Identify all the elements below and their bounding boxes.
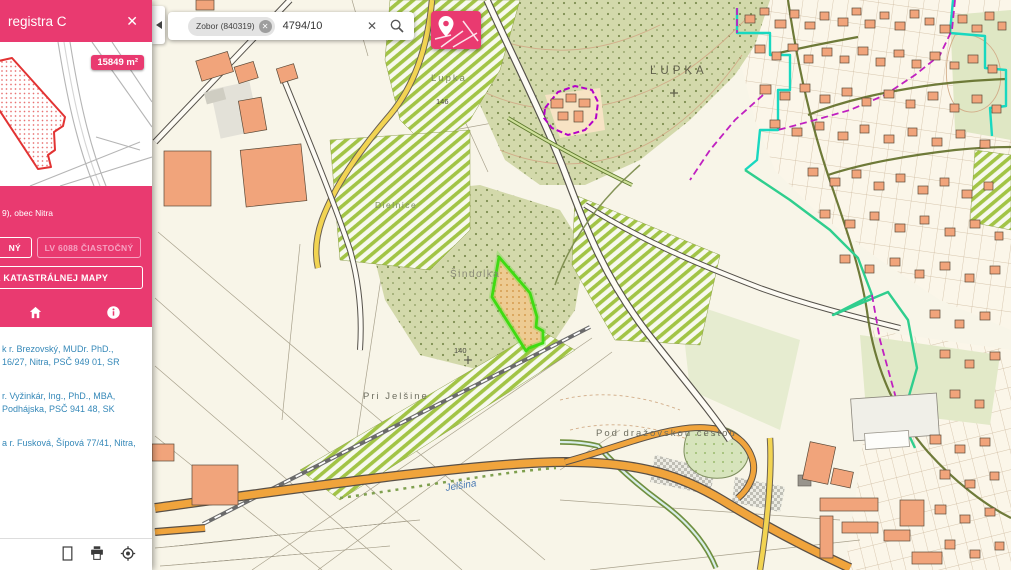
owner-line: a r. Fusková, Šípová 77/41, Nitra, — [2, 437, 150, 450]
copy-page-icon[interactable] — [61, 545, 74, 570]
app-window: Ľupka ĽUPKA Dielnice Šindolka Pri Jelšin… — [0, 0, 1011, 570]
parcel-info-panel: registra C ✕ — [0, 0, 152, 570]
chip-remove-icon[interactable]: ✕ — [259, 20, 272, 33]
owner-line: r. Vyžinkár, Ing., PhD., MBA, — [2, 390, 150, 403]
label-lupka-small: Ľupka — [431, 73, 467, 84]
search-chip-label: Zobor (840319) — [196, 21, 255, 31]
parcel-minimap[interactable]: 15849 m² — [0, 42, 152, 186]
label-pod-drazovskou: Pod dražovskou cestou — [596, 428, 737, 439]
lv-full-button[interactable]: NÝ — [0, 237, 32, 258]
label-lupka-big: ĽUPKA — [650, 65, 708, 77]
search-chip[interactable]: Zobor (840319) ✕ — [188, 17, 275, 36]
owner-line: Podhájska, PSČ 941 48, SK — [2, 403, 150, 416]
close-icon[interactable]: ✕ — [126, 13, 138, 30]
search-bar[interactable]: Zobor (840319) ✕ 4794/10 ✕ — [168, 12, 414, 40]
gps-target-icon[interactable] — [120, 545, 136, 570]
home-icon[interactable] — [28, 305, 43, 320]
owner-line: k r. Brezovský, MUDr. PhD., — [2, 343, 150, 356]
label-elev-140: 140 — [454, 346, 467, 355]
locate-parcel-button[interactable] — [431, 11, 481, 49]
owner-link[interactable]: r. Vyžinkár, Ing., PhD., MBA, Podhájska,… — [2, 390, 150, 415]
parcel-subtitle: 9), obec Nitra — [2, 208, 53, 218]
label-elev-146: 146 — [436, 97, 449, 106]
info-icon[interactable] — [106, 305, 121, 320]
parcel-actions-section: 9), obec Nitra NÝ LV 6088 ČIASTOČNÝ Z KA… — [0, 186, 152, 327]
clear-search-icon[interactable]: ✕ — [367, 19, 377, 33]
label-pri-jelsine: Pri Jelšine — [363, 391, 429, 402]
panel-header: registra C ✕ — [0, 0, 152, 42]
search-input[interactable]: 4794/10 — [283, 20, 367, 32]
map-extract-button[interactable]: Z KATASTRÁLNEJ MAPY — [0, 266, 143, 289]
panel-title: registra C — [8, 14, 67, 29]
panel-toolbar — [0, 538, 152, 570]
owner-link[interactable]: a r. Fusková, Šípová 77/41, Nitra, — [2, 437, 150, 450]
owner-link[interactable]: k r. Brezovský, MUDr. PhD., 16/27, Nitra… — [2, 343, 150, 368]
label-sindolka: Šindolka — [450, 267, 500, 280]
collapse-arrow-icon — [156, 21, 162, 29]
area-badge: 15849 m² — [91, 55, 144, 70]
print-icon[interactable] — [89, 545, 105, 570]
owner-line: 16/27, Nitra, PSČ 949 01, SR — [2, 356, 150, 369]
owners-list: k r. Brezovský, MUDr. PhD., 16/27, Nitra… — [0, 327, 152, 538]
search-icon[interactable] — [389, 18, 405, 34]
label-dielnice: Dielnice — [375, 200, 417, 210]
lv-partial-button[interactable]: LV 6088 ČIASTOČNÝ — [37, 237, 141, 258]
panel-collapse-button[interactable] — [152, 6, 165, 44]
